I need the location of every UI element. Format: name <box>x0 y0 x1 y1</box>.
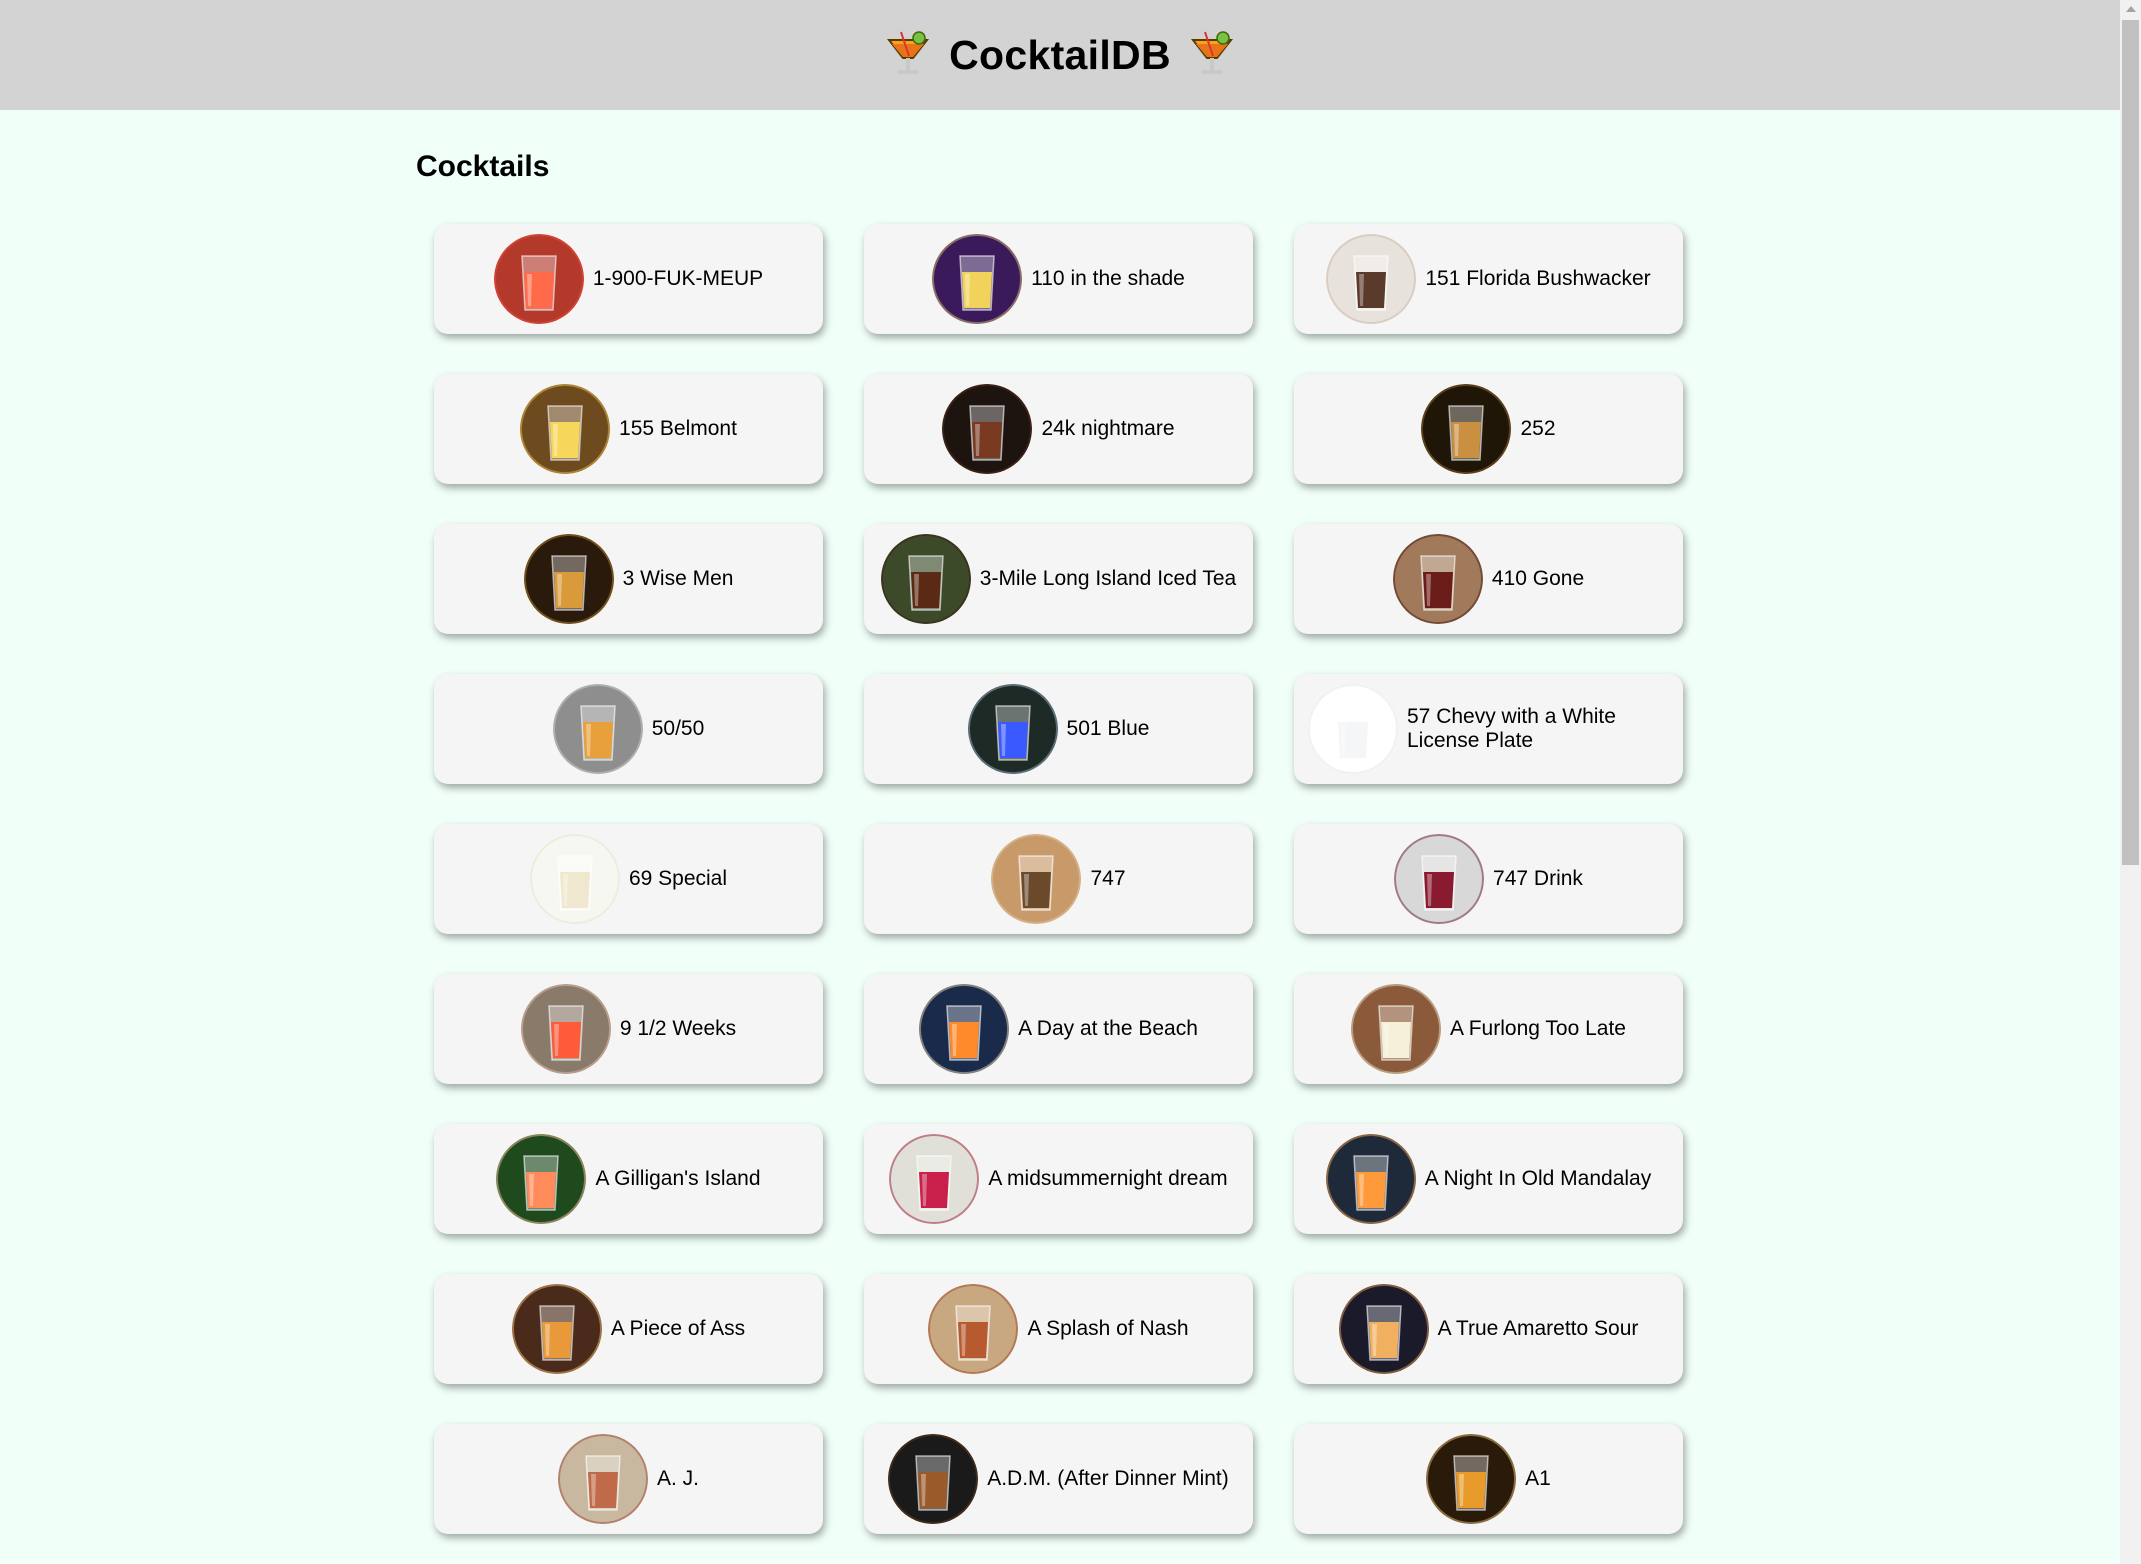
cocktail-card[interactable]: 110 in the shade <box>864 224 1253 334</box>
cocktail-grid: 1-900-FUK-MEUP 110 in the shade 151 Florid… <box>434 224 1683 1534</box>
cocktail-name: 57 Chevy with a White License Plate <box>1407 705 1616 752</box>
cocktail-thumbnail <box>991 834 1082 924</box>
cocktail-thumbnail <box>1325 1134 1416 1224</box>
cocktail-card[interactable]: 747 <box>864 824 1253 934</box>
cocktail-card[interactable]: A Day at the Beach <box>864 974 1253 1084</box>
cocktail-card[interactable]: A Gilligan's Island <box>434 1124 823 1234</box>
scrollbar-thumb[interactable] <box>2122 20 2139 865</box>
cocktail-name: A Gilligan's Island <box>595 1167 761 1190</box>
cocktail-name: 69 Special <box>628 867 728 890</box>
cocktail-card[interactable]: A Splash of Nash <box>864 1274 1253 1384</box>
cocktail-name: 155 Belmont <box>619 417 737 440</box>
cocktail-card[interactable]: 252 <box>1294 374 1683 484</box>
cocktail-thumbnail <box>880 534 971 624</box>
cocktail-thumbnail <box>932 234 1023 324</box>
cocktail-thumbnail <box>529 834 620 924</box>
cocktail-card[interactable]: 3 Wise Men <box>434 524 823 634</box>
cocktail-card[interactable]: 155 Belmont <box>434 374 823 484</box>
cocktail-name: 747 Drink <box>1493 867 1583 890</box>
cocktail-thumbnail <box>493 234 584 324</box>
cocktail-name: A Night In Old Mandalay <box>1424 1167 1652 1190</box>
app-header: CocktailDB <box>0 0 2120 110</box>
cocktail-name: 410 Gone <box>1491 567 1585 590</box>
cocktail-thumbnail <box>1326 234 1417 324</box>
cocktail-card[interactable]: 747 Drink <box>1294 824 1683 934</box>
cocktail-name: A Furlong Too Late <box>1450 1017 1626 1040</box>
cocktail-thumbnail <box>1338 1284 1429 1374</box>
header-title-group: CocktailDB <box>883 30 1237 80</box>
cocktail-thumbnail <box>523 534 614 624</box>
cocktail-thumbnail <box>919 984 1010 1074</box>
cocktail-name: 3 Wise Men <box>622 567 734 590</box>
scroll-up-arrow-icon[interactable] <box>2120 0 2141 18</box>
cocktail-thumbnail <box>1351 984 1442 1074</box>
cocktail-card[interactable]: 57 Chevy with a White License Plate <box>1294 674 1683 784</box>
cocktail-card[interactable]: 24k nightmare <box>864 374 1253 484</box>
cocktail-card[interactable]: A.D.M. (After Dinner Mint) <box>864 1424 1253 1534</box>
cocktail-thumbnail <box>1394 834 1485 924</box>
cocktail-card[interactable]: 50/50 <box>434 674 823 784</box>
cocktail-card[interactable]: 1-900-FUK-MEUP <box>434 224 823 334</box>
cocktail-name: A True Amaretto Sour <box>1437 1317 1639 1340</box>
cocktail-thumbnail <box>888 1434 979 1524</box>
cocktail-name: 747 <box>1090 867 1126 890</box>
tropical-drink-icon <box>883 30 933 80</box>
cocktail-thumbnail <box>511 1284 602 1374</box>
cocktail-card[interactable]: 151 Florida Bushwacker <box>1294 224 1683 334</box>
cocktail-name: A Splash of Nash <box>1027 1317 1189 1340</box>
cocktail-name: 1-900-FUK-MEUP <box>592 267 764 290</box>
cocktail-card[interactable]: 9 1/2 Weeks <box>434 974 823 1084</box>
tropical-drink-icon <box>1187 30 1237 80</box>
cocktail-thumbnail <box>552 684 643 774</box>
cocktail-name: 3-Mile Long Island Iced Tea <box>979 567 1237 590</box>
cocktail-card[interactable]: A True Amaretto Sour <box>1294 1274 1683 1384</box>
cocktail-thumbnail <box>1421 384 1512 474</box>
cocktail-name: 151 Florida Bushwacker <box>1425 267 1651 290</box>
cocktail-thumbnail <box>520 984 611 1074</box>
cocktail-name: A1 <box>1525 1467 1551 1490</box>
cocktail-name: 9 1/2 Weeks <box>619 1017 737 1040</box>
cocktail-thumbnail <box>1426 1434 1517 1524</box>
cocktail-name: A.D.M. (After Dinner Mint) <box>987 1467 1229 1490</box>
cocktail-name: A. J. <box>656 1467 699 1490</box>
app-title: CocktailDB <box>949 31 1171 78</box>
cocktail-name: A Day at the Beach <box>1018 1017 1198 1040</box>
cocktail-thumbnail <box>496 1134 587 1224</box>
cocktail-card[interactable]: A Piece of Ass <box>434 1274 823 1384</box>
vertical-scrollbar[interactable] <box>2120 0 2141 1564</box>
cocktail-thumbnail <box>1392 534 1483 624</box>
cocktail-thumbnail <box>942 384 1033 474</box>
cocktail-thumbnail <box>928 1284 1019 1374</box>
cocktail-thumbnail <box>520 384 611 474</box>
cocktail-name: 50/50 <box>651 717 705 740</box>
cocktail-card[interactable]: A. J. <box>434 1424 823 1534</box>
cocktail-card[interactable]: A Furlong Too Late <box>1294 974 1683 1084</box>
cocktail-card[interactable]: A midsummernight dream <box>864 1124 1253 1234</box>
cocktail-card[interactable]: A1 <box>1294 1424 1683 1534</box>
cocktail-thumbnail <box>889 1134 980 1224</box>
cocktail-thumbnail <box>967 684 1058 774</box>
cocktail-name: A midsummernight dream <box>988 1167 1228 1190</box>
cocktail-name: 24k nightmare <box>1041 417 1175 440</box>
cocktail-name: 110 in the shade <box>1031 267 1185 290</box>
cocktail-card[interactable]: 410 Gone <box>1294 524 1683 634</box>
cocktail-thumbnail <box>557 1434 648 1524</box>
cocktail-card[interactable]: A Night In Old Mandalay <box>1294 1124 1683 1234</box>
cocktail-thumbnail <box>1308 684 1398 774</box>
cocktail-card[interactable]: 501 Blue <box>864 674 1253 784</box>
section-title: Cocktails <box>416 150 550 183</box>
cocktail-card[interactable]: 3-Mile Long Island Iced Tea <box>864 524 1253 634</box>
cocktail-name: 501 Blue <box>1066 717 1150 740</box>
cocktail-name: 252 <box>1520 417 1556 440</box>
cocktail-name: A Piece of Ass <box>610 1317 746 1340</box>
cocktail-card[interactable]: 69 Special <box>434 824 823 934</box>
